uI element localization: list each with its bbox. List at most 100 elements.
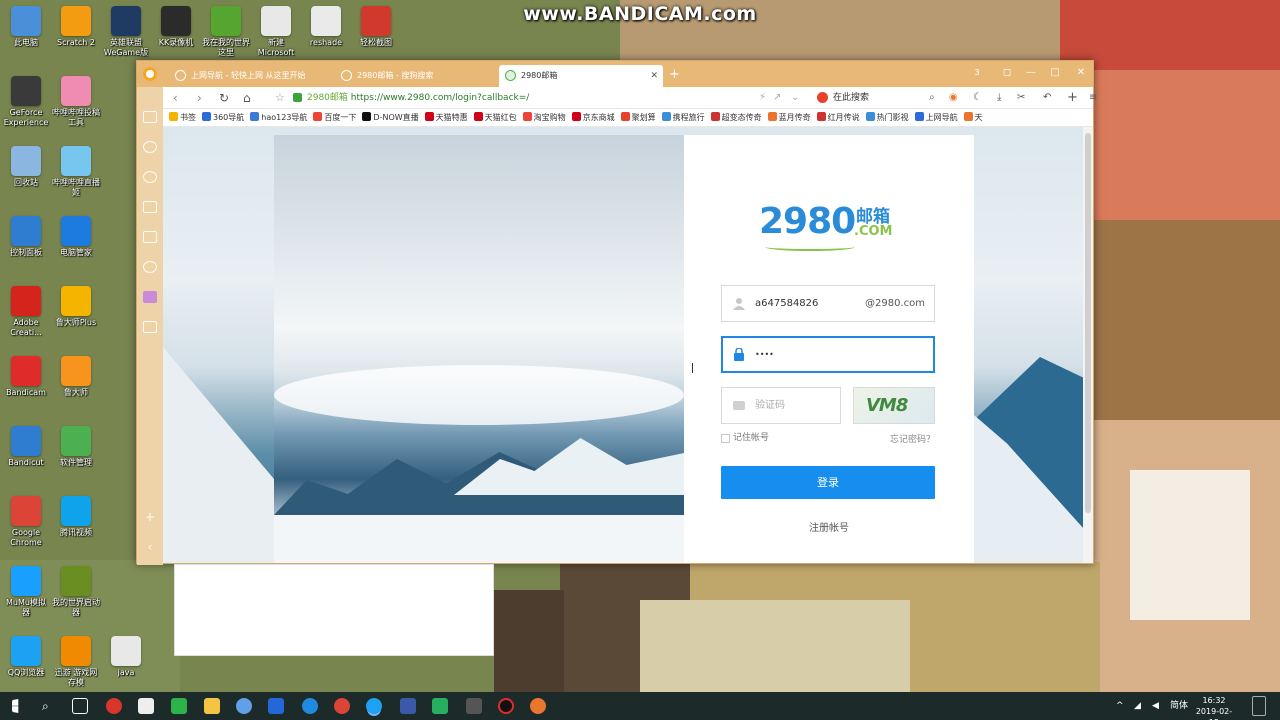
desktop-icon[interactable]: 哔哩哔哩投稿 工具 (50, 76, 102, 128)
username-field[interactable]: a647584826 @2980.com (721, 285, 935, 322)
taskbar-app-icon-8[interactable] (432, 698, 448, 714)
language-indicator[interactable]: 简体 (1170, 692, 1188, 720)
download-icon[interactable]: ⤓ (997, 91, 1001, 105)
network-icon[interactable]: ◢ (1134, 692, 1141, 720)
bookmark-item[interactable]: 360导航 (202, 109, 244, 126)
sidebar-star-icon[interactable] (143, 141, 157, 153)
bookmark-item[interactable]: 天 (963, 109, 983, 126)
nvidia-icon[interactable] (466, 698, 482, 714)
bookmark-item[interactable]: 书签 (169, 109, 196, 126)
sidebar-add-icon[interactable]: + (143, 511, 157, 523)
url-field[interactable]: 2980邮箱 https://www.2980.com/login?callba… (293, 91, 529, 105)
close-tab-icon[interactable]: ✕ (650, 65, 658, 87)
desktop-icon[interactable]: 哔哩哔哩直播 姬 (50, 146, 102, 198)
sidebar-collapse-icon[interactable]: ‹ (143, 541, 157, 553)
search-box[interactable]: 在此搜索 (815, 91, 935, 105)
task-view-icon[interactable] (72, 698, 88, 714)
bookmark-item[interactable]: 携程旅行 (661, 109, 705, 126)
desktop-icon[interactable]: 电脑管家 (50, 216, 102, 258)
tab-count-badge[interactable]: 3 (965, 61, 989, 87)
tab-2980-mail[interactable]: 2980邮箱 ✕ (499, 65, 663, 87)
desktop-icon[interactable]: 迅游 游戏网 存模 (50, 636, 102, 688)
desktop-icon[interactable]: Scratch 2 (50, 6, 102, 48)
taskbar-app-icon-9[interactable] (530, 698, 546, 714)
desktop-icon[interactable]: 腾讯视频 (50, 496, 102, 538)
sidebar-notes-icon[interactable] (143, 201, 157, 213)
desktop-icon[interactable]: MuMu模拟 器 (0, 566, 52, 618)
sidebar-cart-icon[interactable] (143, 321, 157, 333)
password-field[interactable]: •••• (721, 336, 935, 373)
volume-icon[interactable]: ◀ (1152, 692, 1159, 720)
desktop-icon[interactable]: java (100, 636, 152, 678)
bookmark-item[interactable]: 百度一下 (313, 109, 356, 126)
new-tab-button[interactable]: + (669, 65, 680, 85)
night-mode-icon[interactable]: ☾ (973, 91, 982, 105)
bookmark-item[interactable]: 天猫红包 (473, 109, 517, 126)
captcha-input[interactable]: 验证码 (721, 387, 841, 424)
forgot-password-link[interactable]: 忘记密码？ (890, 432, 935, 445)
taskbar-app-icon-1[interactable] (106, 698, 122, 714)
qq-browser-icon[interactable] (366, 698, 382, 714)
bookmark-item[interactable]: 天猫特惠 (424, 109, 468, 126)
register-link[interactable]: 注册帐号 (684, 519, 974, 534)
maximize-button[interactable]: □ (1043, 61, 1067, 87)
magnifier-icon[interactable]: ⌕ (929, 91, 935, 105)
sidebar-search-icon[interactable] (143, 171, 157, 183)
remember-checkbox[interactable] (721, 434, 730, 443)
tray-expand-icon[interactable]: ^ (1116, 692, 1124, 720)
taskbar-search-icon[interactable]: ⌕ (42, 698, 58, 714)
taskbar-app-icon-3[interactable] (171, 698, 187, 714)
tab-navigation[interactable]: 上网导航 - 轻快上网 从这里开始 (169, 65, 329, 87)
home-icon[interactable]: ⌂ (243, 91, 251, 105)
desktop-icon[interactable]: 新建 Microsoft (250, 6, 302, 58)
bookmark-item[interactable]: 超变态传奇 (710, 109, 762, 126)
desktop-icon[interactable]: 我的世界启动 器 (50, 566, 102, 618)
skin-icon[interactable]: ◻ (995, 61, 1019, 87)
start-windows-icon[interactable] (12, 699, 19, 713)
bookmark-item[interactable]: 上网导航 (914, 109, 958, 126)
forward-icon[interactable]: › (197, 91, 202, 105)
share-icon[interactable]: ↗ (773, 91, 781, 105)
desktop-icon[interactable]: 软件管理 (50, 426, 102, 468)
desktop-icon[interactable]: 鲁大师Plus (50, 286, 102, 328)
desktop-icon[interactable]: Google Chrome (0, 496, 52, 548)
bookmark-item[interactable]: 蓝月传奇 (767, 109, 811, 126)
captcha-image[interactable]: VM8 (853, 387, 935, 424)
remember-account[interactable]: 记住帐号 (721, 433, 769, 444)
chrome-icon[interactable] (334, 698, 350, 714)
desktop-icon[interactable]: 此电脑 (0, 6, 52, 48)
sidebar-translate-icon[interactable] (143, 291, 157, 303)
menu-icon[interactable]: ≡ (1089, 91, 1097, 105)
bandicam-icon[interactable] (498, 698, 514, 714)
clock[interactable]: 16:32 2019-02-15 (1192, 695, 1236, 720)
desktop-icon[interactable]: 控制面板 (0, 216, 52, 258)
bookmark-item[interactable]: 聚划算 (620, 109, 656, 126)
bookmark-item[interactable]: 京东商城 (571, 109, 615, 126)
tab-search[interactable]: 2980邮箱 - 搜狗搜索 (335, 65, 495, 87)
minimize-button[interactable]: — (1019, 61, 1043, 87)
taskbar-app-icon-4[interactable] (236, 698, 252, 714)
game-icon[interactable]: ◉ (949, 91, 958, 105)
desktop-icon[interactable]: Adobe Creati... (0, 286, 52, 338)
bookmark-item[interactable]: D-NOW直播 (362, 109, 419, 126)
dropdown-chevron-icon[interactable]: ⌄ (791, 91, 799, 105)
desktop-icon[interactable]: 英雄联盟 WeGame版 (100, 6, 152, 58)
taskbar-app-icon-2[interactable] (138, 698, 154, 714)
notification-icon[interactable] (1252, 696, 1266, 716)
sidebar-chat-icon[interactable] (143, 261, 157, 273)
bookmark-item[interactable]: 热门影视 (865, 109, 909, 126)
sidebar-favorites-icon[interactable] (143, 111, 157, 123)
lightning-icon[interactable]: ⚡ (759, 91, 766, 105)
taskbar-app-icon-7[interactable] (400, 698, 416, 714)
desktop-icon[interactable]: 鲁大师 (50, 356, 102, 398)
scrollbar-thumb[interactable] (1085, 133, 1091, 513)
desktop-icon[interactable]: Bandicut (0, 426, 52, 468)
desktop-icon[interactable]: 回收站 (0, 146, 52, 188)
desktop-icon[interactable]: 我在我的世界 这里 (200, 6, 252, 58)
desktop-icon[interactable]: KK录像机 (150, 6, 202, 48)
back-icon[interactable]: ‹ (173, 91, 178, 105)
desktop-icon[interactable]: 轻松截图 (350, 6, 402, 48)
reload-icon[interactable]: ↻ (219, 91, 229, 105)
taskbar-app-icon-5[interactable] (268, 698, 284, 714)
sidebar-video-icon[interactable] (143, 231, 157, 243)
